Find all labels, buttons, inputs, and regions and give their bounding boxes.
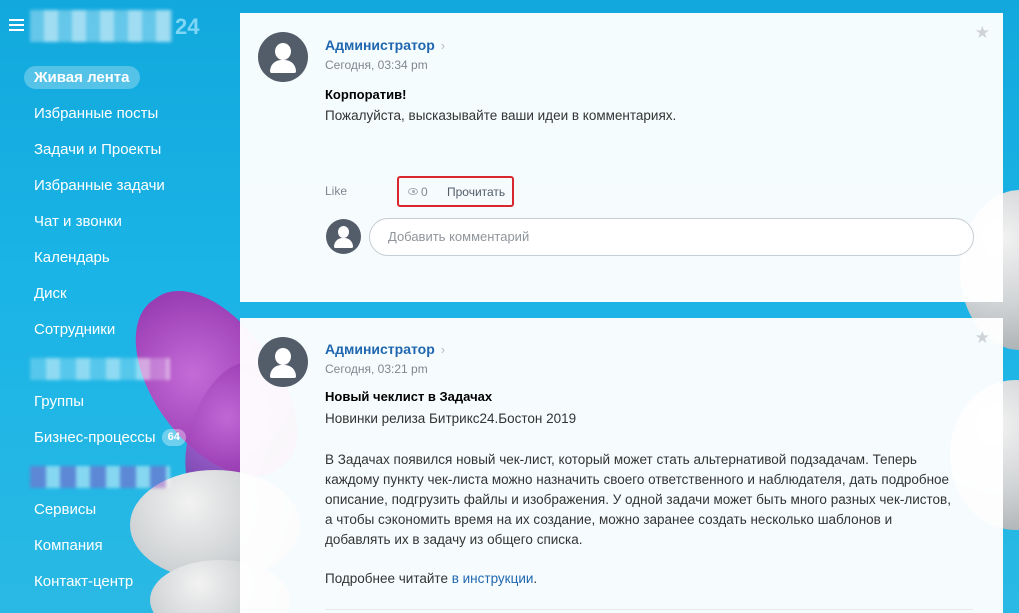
post-title: Корпоратив! — [325, 87, 407, 102]
sidebar-item-label: Живая лента — [24, 66, 140, 89]
sidebar-item-label: Избранные посты — [34, 105, 159, 122]
sidebar-item-favorite-posts[interactable]: Избранные посты — [0, 98, 240, 134]
sidebar-item-services[interactable]: Сервисы — [0, 494, 240, 530]
post-more: Подробнее читайте в инструкции. — [325, 569, 537, 589]
sidebar-item-label: Контакт-центр — [34, 573, 134, 590]
sidebar-item-contact-center[interactable]: Контакт-центр — [0, 566, 240, 602]
sidebar-item-calendar[interactable]: Календарь — [0, 242, 240, 278]
more-suffix: . — [533, 571, 538, 586]
like-button[interactable]: Like — [325, 184, 347, 198]
eye-icon — [408, 188, 418, 195]
star-icon[interactable]: ★ — [975, 328, 990, 348]
mark-read-button[interactable]: Прочитать — [447, 185, 505, 199]
post-date[interactable]: Сегодня, 03:21 pm — [325, 362, 428, 376]
sidebar-item-employees[interactable]: Сотрудники — [0, 314, 240, 350]
post-subtitle: Новинки релиза Битрикс24.Бостон 2019 — [325, 411, 577, 426]
sidebar-item-drive[interactable]: Диск — [0, 278, 240, 314]
sidebar-item-label: Сотрудники — [34, 321, 116, 338]
counter-badge: 64 — [161, 429, 186, 446]
sidebar-item-label: Сервисы — [34, 501, 97, 518]
paragraph-line: В Задачах появился новый чек-лист, котор… — [325, 452, 917, 467]
instructions-link[interactable]: в инструкции — [452, 571, 534, 586]
post-author[interactable]: Администратор › — [325, 341, 445, 357]
sidebar-item-label: Избранные задачи — [34, 177, 165, 194]
sidebar-item-label: Задачи и Проекты — [34, 141, 162, 158]
paragraph-line: добавлять их в задачу из общего списка. — [325, 532, 583, 547]
views-counter[interactable]: 0 — [408, 185, 428, 199]
current-user-avatar — [326, 219, 361, 254]
sidebar-item-groups[interactable]: Группы — [0, 386, 240, 422]
chevron-right-icon: › — [440, 38, 446, 53]
avatar[interactable] — [258, 337, 308, 387]
sidebar-item-label: Чат и звонки — [34, 213, 122, 230]
author-name[interactable]: Администратор — [325, 341, 435, 357]
views-highlight: 0 Прочитать — [397, 176, 514, 207]
sidebar-item-label: Диск — [34, 285, 67, 302]
sidebar: 24 Живая лента Избранные посты Задачи и … — [0, 0, 240, 613]
chevron-right-icon: › — [440, 342, 446, 357]
sidebar-item-label: Компания — [34, 537, 103, 554]
add-comment-input[interactable]: Добавить комментарий — [369, 218, 974, 256]
sidebar-item-label: Группы — [34, 393, 84, 410]
logo-suffix: 24 — [175, 14, 200, 39]
logo-blurred — [30, 10, 172, 42]
sidebar-item-tasks-projects[interactable]: Задачи и Проекты — [0, 134, 240, 170]
post-paragraph: В Задачах появился новый чек-лист, котор… — [325, 450, 951, 550]
post-title: Новый чеклист в Задачах — [325, 389, 493, 404]
sidebar-item-label: Бизнес-процессы — [34, 429, 156, 446]
avatar[interactable] — [258, 32, 308, 82]
sidebar-item-business-processes[interactable]: Бизнес-процессы 64 — [0, 422, 240, 458]
sidebar-item-blurred[interactable] — [30, 350, 180, 386]
paragraph-line: а чтобы сэкономить время на их создание,… — [325, 512, 893, 527]
paragraph-line: каждому пункту чек-листа можно назначить… — [325, 472, 950, 487]
post-date[interactable]: Сегодня, 03:34 pm — [325, 58, 428, 72]
sidebar-item-company[interactable]: Компания — [0, 530, 240, 566]
menu-burger-icon[interactable] — [9, 19, 24, 31]
feed-post: Администратор › Сегодня, 03:34 pm ★ Корпо… — [240, 13, 1003, 302]
feed-post: Администратор › Сегодня, 03:21 pm ★ Новый… — [240, 318, 1003, 613]
sidebar-item-live-feed[interactable]: Живая лента — [0, 62, 240, 98]
post-body: Пожалуйста, высказывайте ваши идеи в ком… — [325, 108, 677, 123]
views-count: 0 — [421, 185, 428, 199]
sidebar-item-favorite-tasks[interactable]: Избранные задачи — [0, 170, 240, 206]
author-name[interactable]: Администратор — [325, 37, 435, 53]
sidebar-item-chat-calls[interactable]: Чат и звонки — [0, 206, 240, 242]
star-icon[interactable]: ★ — [975, 23, 990, 43]
post-author[interactable]: Администратор › — [325, 37, 445, 53]
sidebar-item-blurred[interactable] — [30, 458, 180, 494]
sidebar-item-label: Календарь — [34, 249, 110, 266]
paragraph-line: описание, подгрузить файлы и изображения… — [325, 492, 951, 507]
sidebar-nav: Живая лента Избранные посты Задачи и Про… — [0, 62, 240, 602]
divider — [325, 609, 973, 610]
more-prefix: Подробнее читайте — [325, 571, 452, 586]
